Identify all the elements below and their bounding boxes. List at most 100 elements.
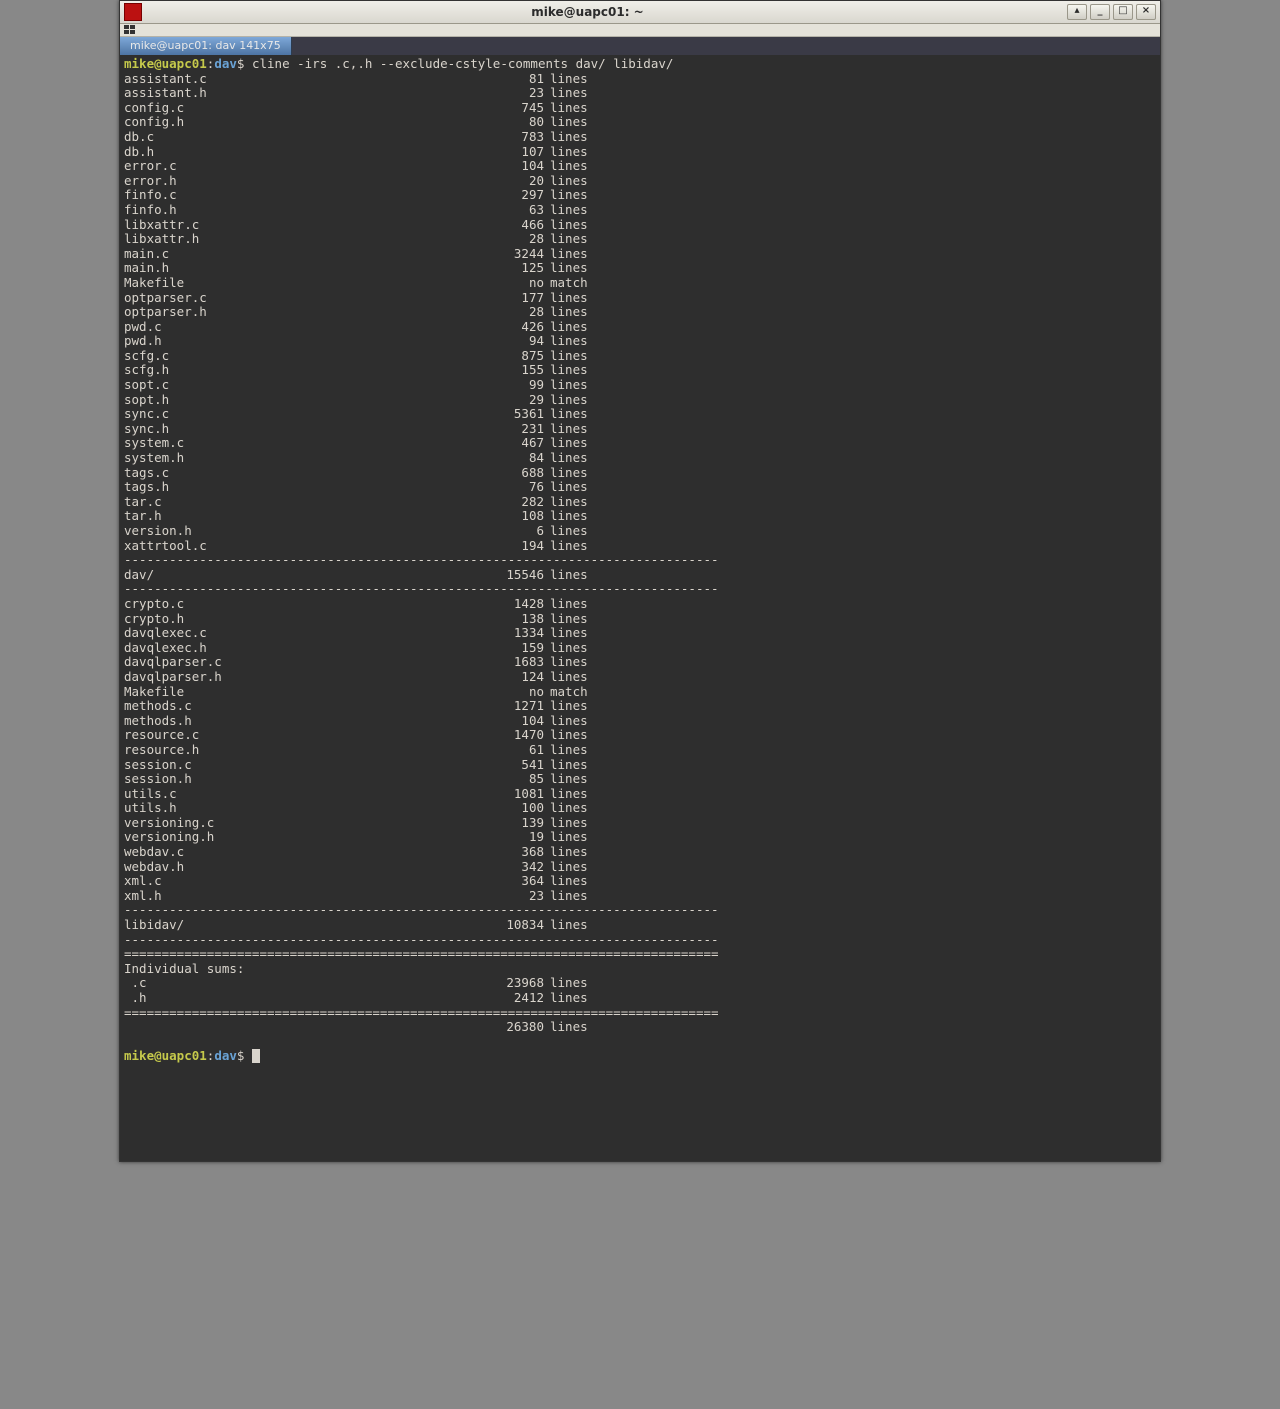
line-count: 155 <box>464 363 550 378</box>
line-count: 177 <box>464 291 550 306</box>
file-name: session.h <box>124 772 464 787</box>
line-count: no <box>464 685 550 700</box>
minimize-button[interactable]: _ <box>1090 4 1110 20</box>
file-name: Makefile <box>124 685 464 700</box>
file-name: db.h <box>124 145 464 160</box>
line-count: 104 <box>464 714 550 729</box>
file-name: main.c <box>124 247 464 262</box>
unit-label: lines <box>550 539 630 554</box>
titlebar[interactable]: mike@uapc01: ~ ▴ _ □ × <box>120 1 1160 24</box>
output-row: finfo.h63lines <box>124 203 704 218</box>
output-row: davqlexec.c1334lines <box>124 626 704 641</box>
unit-label: lines <box>550 466 630 481</box>
menubar[interactable] <box>120 24 1160 37</box>
shade-button[interactable]: ▴ <box>1067 4 1087 20</box>
file-name: xml.h <box>124 889 464 904</box>
unit-label: lines <box>550 305 630 320</box>
output-row: sync.c5361lines <box>124 407 704 422</box>
command-text: cline -irs .c,.h --exclude-cstyle-commen… <box>252 56 673 71</box>
line-count: 19 <box>464 830 550 845</box>
dash-rule: ----------------------------------------… <box>124 582 1156 597</box>
tab-active[interactable]: mike@uapc01: dav 141x75 <box>120 37 292 55</box>
output-row: db.c783lines <box>124 130 704 145</box>
file-name: Makefile <box>124 276 464 291</box>
unit-label: lines <box>550 218 630 233</box>
output-row: resource.h61lines <box>124 743 704 758</box>
unit-label: lines <box>550 816 630 831</box>
unit-label: lines <box>550 597 630 612</box>
output-row: crypto.h138lines <box>124 612 704 627</box>
line-count: 1081 <box>464 787 550 802</box>
unit-label: match <box>550 276 630 291</box>
unit-label: lines <box>550 860 630 875</box>
output-row: finfo.c297lines <box>124 188 704 203</box>
line-count: 194 <box>464 539 550 554</box>
line-count: 125 <box>464 261 550 276</box>
unit-label: lines <box>550 758 630 773</box>
prompt-line-idle[interactable]: mike@uapc01:dav$ <box>124 1049 1156 1064</box>
unit-label: lines <box>550 612 630 627</box>
output-row: assistant.c81lines <box>124 72 704 87</box>
output-row: versioning.c139lines <box>124 816 704 831</box>
unit-label: lines <box>550 670 630 685</box>
unit-label: lines <box>550 874 630 889</box>
unit-label: lines <box>550 101 630 116</box>
file-name: assistant.c <box>124 72 464 87</box>
individual-sum-row: .h2412lines <box>124 991 704 1006</box>
output-row: libxattr.h28lines <box>124 232 704 247</box>
output-row: methods.h104lines <box>124 714 704 729</box>
unit-label: lines <box>550 320 630 335</box>
unit-label: lines <box>550 480 630 495</box>
file-name: finfo.h <box>124 203 464 218</box>
output-row: config.h80lines <box>124 115 704 130</box>
line-count: 6 <box>464 524 550 539</box>
file-name: config.h <box>124 115 464 130</box>
file-name <box>124 1020 464 1035</box>
line-count: 5361 <box>464 407 550 422</box>
window-title: mike@uapc01: ~ <box>108 5 1067 19</box>
file-name: pwd.h <box>124 334 464 349</box>
file-name: crypto.h <box>124 612 464 627</box>
line-count: 28 <box>464 232 550 247</box>
file-name: pwd.c <box>124 320 464 335</box>
unit-label: lines <box>550 641 630 656</box>
line-count: 231 <box>464 422 550 437</box>
file-name: tar.c <box>124 495 464 510</box>
unit-label: lines <box>550 72 630 87</box>
unit-label: lines <box>550 363 630 378</box>
file-name: session.c <box>124 758 464 773</box>
file-name: tags.c <box>124 466 464 481</box>
file-name: xml.c <box>124 874 464 889</box>
line-count: 1683 <box>464 655 550 670</box>
unit-label: lines <box>550 145 630 160</box>
terminal-output[interactable]: mike@uapc01:dav$ cline -irs .c,.h --excl… <box>120 55 1160 1161</box>
panes-icon[interactable] <box>124 25 136 35</box>
line-count: 15546 <box>464 568 550 583</box>
unit-label: lines <box>550 509 630 524</box>
unit-label: lines <box>550 422 630 437</box>
output-row: crypto.c1428lines <box>124 597 704 612</box>
output-row: db.h107lines <box>124 145 704 160</box>
terminal-window: mike@uapc01: ~ ▴ _ □ × mike@uapc01: dav … <box>119 0 1161 1162</box>
line-count: 76 <box>464 480 550 495</box>
tab-bar[interactable]: mike@uapc01: dav 141x75 <box>120 37 1160 55</box>
file-name: tar.h <box>124 509 464 524</box>
unit-label: lines <box>550 830 630 845</box>
maximize-button[interactable]: □ <box>1113 4 1133 20</box>
file-name: methods.h <box>124 714 464 729</box>
line-count: 541 <box>464 758 550 773</box>
close-button[interactable]: × <box>1136 4 1156 20</box>
file-name: tags.h <box>124 480 464 495</box>
unit-label: lines <box>550 378 630 393</box>
unit-label: lines <box>550 889 630 904</box>
output-row: main.h125lines <box>124 261 704 276</box>
unit-label: lines <box>550 743 630 758</box>
cursor[interactable] <box>252 1049 260 1063</box>
output-row: session.c541lines <box>124 758 704 773</box>
line-count: 26380 <box>464 1020 550 1035</box>
unit-label: lines <box>550 728 630 743</box>
output-row: error.h20lines <box>124 174 704 189</box>
file-name: utils.c <box>124 787 464 802</box>
file-name: crypto.c <box>124 597 464 612</box>
output-row: webdav.h342lines <box>124 860 704 875</box>
